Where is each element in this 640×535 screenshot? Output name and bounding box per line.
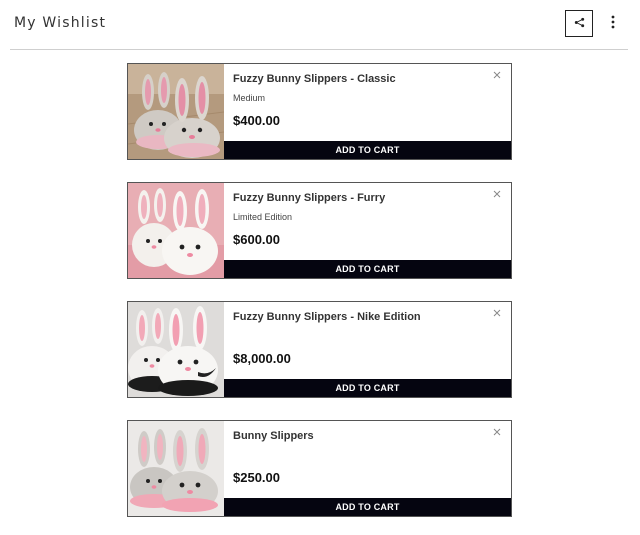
product-image[interactable] <box>128 421 224 516</box>
product-variant: Limited Edition <box>233 212 293 222</box>
add-to-cart-button[interactable]: ADD TO CART <box>224 379 511 397</box>
remove-item-button[interactable] <box>491 188 503 200</box>
wishlist-item: Bunny Slippers $250.00 ADD TO CART <box>127 420 512 517</box>
item-info: Fuzzy Bunny Slippers - Nike Edition $8,0… <box>224 302 511 379</box>
item-info: Fuzzy Bunny Slippers - Furry Limited Edi… <box>224 183 511 260</box>
remove-item-button[interactable] <box>491 307 503 319</box>
item-info: Bunny Slippers $250.00 <box>224 421 511 498</box>
product-variant: Medium <box>233 93 266 103</box>
product-price: $400.00 <box>233 113 280 128</box>
product-price: $8,000.00 <box>233 351 291 366</box>
share-icon <box>574 15 585 33</box>
add-to-cart-button[interactable]: ADD TO CART <box>224 260 511 278</box>
header-divider <box>10 49 628 50</box>
wishlist-item: Fuzzy Bunny Slippers - Nike Edition $8,0… <box>127 301 512 398</box>
remove-item-button[interactable] <box>491 69 503 81</box>
product-name[interactable]: Fuzzy Bunny Slippers - Nike Edition <box>233 311 421 323</box>
product-price: $250.00 <box>233 470 280 485</box>
share-button[interactable] <box>565 10 593 37</box>
item-info: Fuzzy Bunny Slippers - Classic Medium $4… <box>224 64 511 141</box>
product-image[interactable] <box>128 64 224 159</box>
product-name[interactable]: Fuzzy Bunny Slippers - Furry <box>233 192 385 204</box>
close-icon <box>493 423 501 441</box>
wishlist-item: Fuzzy Bunny Slippers - Classic Medium $4… <box>127 63 512 160</box>
more-vertical-icon <box>611 15 615 34</box>
product-price: $600.00 <box>233 232 280 247</box>
close-icon <box>493 304 501 322</box>
close-icon <box>493 66 501 84</box>
product-image[interactable] <box>128 183 224 278</box>
product-image[interactable] <box>128 302 224 397</box>
add-to-cart-button[interactable]: ADD TO CART <box>224 141 511 159</box>
more-options-button[interactable] <box>603 12 623 36</box>
remove-item-button[interactable] <box>491 426 503 438</box>
add-to-cart-button[interactable]: ADD TO CART <box>224 498 511 516</box>
product-name[interactable]: Bunny Slippers <box>233 430 314 442</box>
wishlist-item: Fuzzy Bunny Slippers - Furry Limited Edi… <box>127 182 512 279</box>
page-header: My Wishlist <box>0 0 640 50</box>
page-title: My Wishlist <box>14 15 107 31</box>
close-icon <box>493 185 501 203</box>
product-name[interactable]: Fuzzy Bunny Slippers - Classic <box>233 73 396 85</box>
